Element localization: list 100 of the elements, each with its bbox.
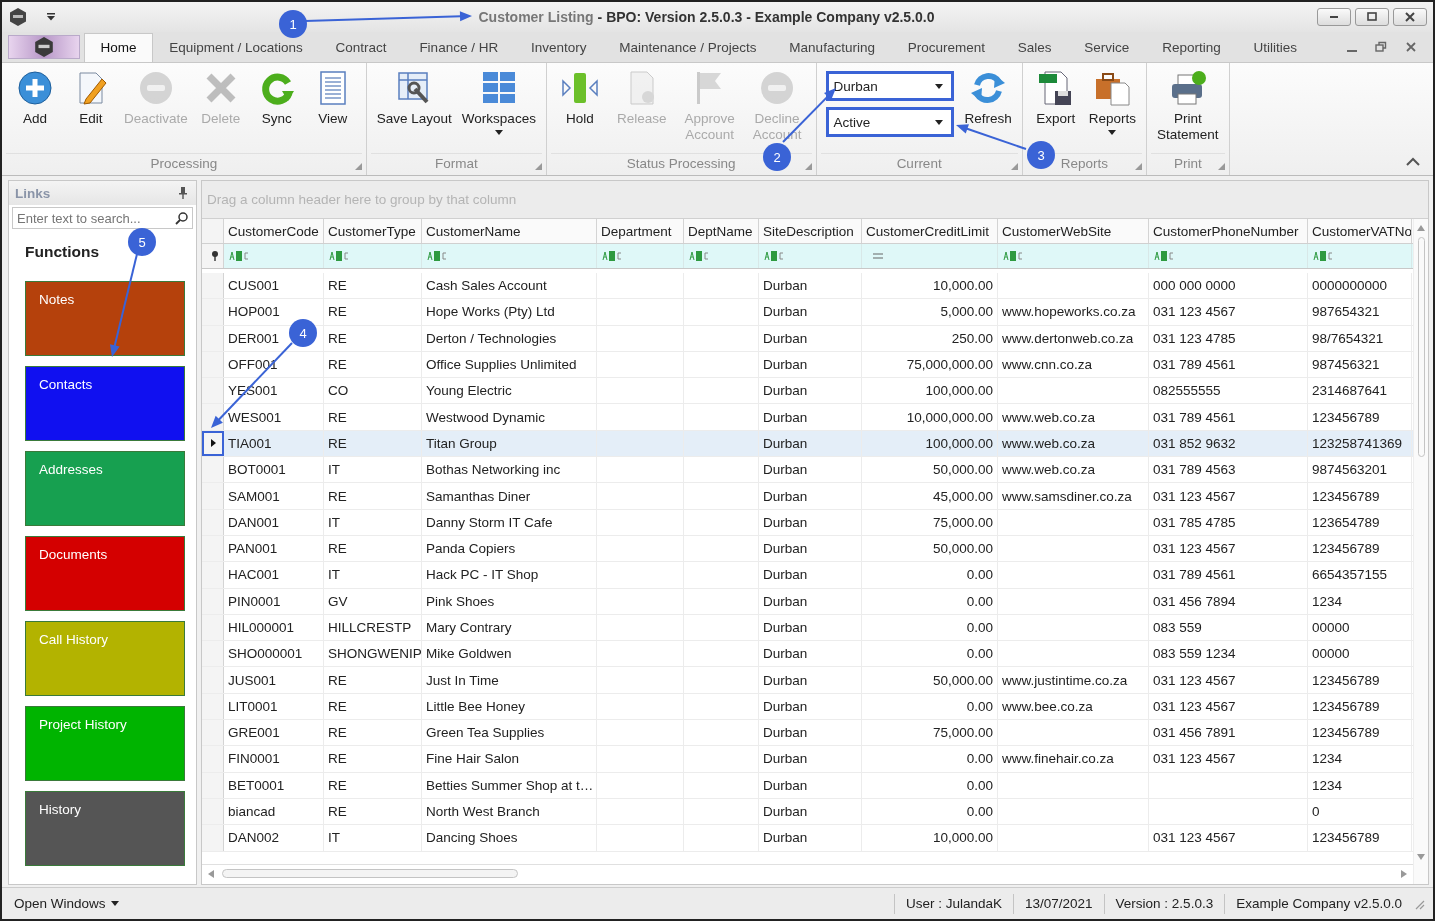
function-tile[interactable]: History <box>25 791 185 866</box>
close-button[interactable] <box>1393 8 1427 26</box>
dialog-launcher-icon[interactable] <box>1217 163 1225 170</box>
table-row[interactable]: HIL000001 HILLCRESTP Mary Contrary Durban 0.00 083 559 00000 <box>202 614 1413 642</box>
text-filter-icon[interactable] <box>229 251 249 261</box>
table-row[interactable]: DAN001 IT Danny Storm IT Cafe Durban 75,000.00 031 785 4785 123654789 <box>202 509 1413 536</box>
text-filter-icon[interactable] <box>689 251 709 261</box>
application-menu-button[interactable] <box>8 35 80 59</box>
scroll-right-icon[interactable] <box>1401 869 1407 878</box>
ribbon-button[interactable]: Add <box>7 67 63 129</box>
ribbon-tab[interactable]: Finance / HR <box>403 33 515 62</box>
text-filter-icon[interactable] <box>329 251 349 261</box>
ribbon-tab[interactable]: Procurement <box>891 33 1002 62</box>
scroll-down-icon[interactable] <box>1417 854 1425 860</box>
text-filter-icon[interactable] <box>1154 251 1174 261</box>
filter-pin-icon[interactable] <box>211 251 219 261</box>
column-header[interactable]: CustomerVATNo <box>1308 219 1412 243</box>
column-header[interactable]: DeptName <box>684 219 759 243</box>
ribbon-tab[interactable]: Inventory <box>514 33 603 62</box>
text-filter-icon[interactable] <box>427 251 447 261</box>
table-row[interactable]: CUS001 RE Cash Sales Account Durban 10,000.00 000 000 0000 0000000000 <box>202 273 1413 300</box>
ribbon-tab[interactable]: Service <box>1067 33 1146 62</box>
ribbon-button[interactable]: Export <box>1027 67 1084 129</box>
column-header[interactable]: CustomerCode <box>224 219 324 243</box>
ribbon-tab[interactable]: Home <box>84 33 153 62</box>
ribbon-button[interactable]: Save Layout <box>371 67 457 129</box>
table-row[interactable]: LIT0001 RE Little Bee Honey Durban 0.00 www.bee.co.za 031 123 4567 123456789 <box>202 693 1413 721</box>
search-box[interactable]: Enter text to search... <box>12 207 193 229</box>
table-row[interactable]: SHO000001 SHONGWENIP Mike Goldwen Durban 0.00 083 559 1234 00000 <box>202 641 1413 668</box>
scroll-up-icon[interactable] <box>1417 225 1425 231</box>
ribbon-button[interactable]: Print Statement <box>1152 67 1224 145</box>
ribbon-tab[interactable]: Sales <box>1001 33 1068 62</box>
scrollbar-thumb[interactable] <box>222 869 518 878</box>
ribbon-button[interactable]: Edit <box>63 67 119 129</box>
ribbon-button[interactable]: Reports <box>1083 67 1142 137</box>
ribbon-tab[interactable]: Contract <box>319 33 403 62</box>
table-row[interactable]: SAM001 RE Samanthas Diner Durban 45,000.00 www.samsdiner.co.za 031 123 4567 123456789 <box>202 483 1413 510</box>
table-cell: RE <box>324 798 422 825</box>
table-row[interactable]: GRE001 RE Green Tea Supplies Durban 75,000.00 031 456 7891 123456789 <box>202 720 1413 747</box>
column-header[interactable]: SiteDescription <box>759 219 862 243</box>
table-cell: Durban <box>759 325 862 351</box>
collapse-ribbon-icon[interactable] <box>1405 157 1421 167</box>
ribbon-button[interactable]: View <box>304 67 361 129</box>
caret-icon[interactable] <box>46 13 56 21</box>
maximize-button[interactable] <box>1355 8 1389 26</box>
table-row[interactable]: BOT0001 IT Bothas Networking inc Durban 50,000.00 www.web.co.za 031 789 4563 9874563201 <box>202 457 1413 484</box>
table-row[interactable]: PAN001 RE Panda Copiers Durban 50,000.00 031 123 4567 123456789 <box>202 535 1413 563</box>
text-filter-icon[interactable] <box>1003 251 1023 261</box>
open-windows-button[interactable]: Open Windows <box>10 896 123 911</box>
ribbon-tab[interactable]: Reporting <box>1145 33 1238 62</box>
text-filter-icon[interactable] <box>1313 251 1333 261</box>
table-row[interactable]: DAN002 IT Dancing Shoes Durban 10,000.00 031 123 4567 123456789 <box>202 825 1413 852</box>
ribbon-button[interactable]: Hold <box>551 67 608 129</box>
table-row[interactable]: PIN0001 GV Pink Shoes Durban 0.00 031 456 7894 1234 <box>202 588 1413 615</box>
table-cell: 123456789 <box>1308 483 1412 509</box>
dropdown-field[interactable]: Active <box>825 107 954 137</box>
column-header[interactable]: CustomerType <box>324 219 422 243</box>
vertical-scrollbar[interactable] <box>1413 219 1428 884</box>
column-header[interactable]: CustomerCreditLimit <box>862 219 998 243</box>
close-icon[interactable] <box>1405 41 1417 53</box>
table-row[interactable]: FIN0001 RE Fine Hair Salon Durban 0.00 www.finehair.co.za 031 123 4567 1234 <box>202 746 1413 773</box>
ribbon-tab[interactable]: Utilities <box>1237 33 1314 62</box>
ribbon-button[interactable]: Workspaces <box>456 67 541 137</box>
search-icon[interactable] <box>175 211 188 225</box>
scroll-left-icon[interactable] <box>208 869 214 878</box>
dialog-launcher-icon[interactable] <box>1135 163 1143 170</box>
table-row[interactable]: HAC001 IT Hack PC - IT Shop Durban 0.00 031 789 4561 6654357155 <box>202 562 1413 589</box>
column-header[interactable]: Department <box>597 219 684 243</box>
ribbon-button[interactable]: Refresh <box>959 67 1017 129</box>
row-indicator[interactable] <box>202 430 224 457</box>
dropdown-field[interactable]: Durban <box>825 71 954 101</box>
table-row[interactable]: JUS001 RE Just In Time Durban 50,000.00 www.justintime.co.za 031 123 4567 123456789 <box>202 667 1413 694</box>
text-filter-icon[interactable] <box>602 251 622 261</box>
table-row[interactable]: biancad RE North West Branch Durban 0.00 0 <box>202 798 1413 826</box>
ribbon-button[interactable]: Sync <box>248 67 305 129</box>
dialog-launcher-icon[interactable] <box>804 163 812 170</box>
table-row[interactable]: HOP001 RE Hope Works (Pty) Ltd Durban 5,000.00 www.hopeworks.co.za 031 123 4567 987654321 <box>202 299 1413 326</box>
table-cell: Durban <box>759 825 862 851</box>
dialog-launcher-icon[interactable] <box>534 163 542 170</box>
text-filter-icon[interactable] <box>764 251 784 261</box>
column-header[interactable]: CustomerName <box>422 219 597 243</box>
pin-icon[interactable] <box>178 187 188 199</box>
table-row[interactable]: WES001 RE Westwood Dynamic Durban 10,000,000.00 www.web.co.za 031 789 4561 123456789 <box>202 404 1413 431</box>
function-tile[interactable]: Contacts <box>25 366 185 441</box>
ribbon-tab[interactable]: Maintenance / Projects <box>602 33 773 62</box>
dialog-launcher-icon[interactable] <box>354 163 362 170</box>
column-header[interactable]: CustomerWebSite <box>998 219 1149 243</box>
table-cell: 75,000.00 <box>862 720 998 746</box>
minimize-button[interactable] <box>1317 8 1351 26</box>
ribbon-tab[interactable]: Manufacturing <box>772 33 892 62</box>
table-row[interactable]: TIA001 RE Titan Group Durban 100,000.00 www.web.co.za 031 852 9632 123258741369 <box>202 430 1413 458</box>
function-tile[interactable]: Documents <box>25 536 185 611</box>
table-cell: IT <box>324 825 422 851</box>
function-tile[interactable]: Notes <box>25 281 185 356</box>
table-cell: 031 785 4785 <box>1149 509 1308 535</box>
dialog-launcher-icon[interactable] <box>1010 163 1018 170</box>
restore-icon[interactable] <box>1375 41 1387 53</box>
table-row[interactable]: BET0001 RE Betties Summer Shop at t… Durban 0.00 1234 <box>202 772 1413 799</box>
column-header[interactable]: CustomerPhoneNumber <box>1149 219 1308 243</box>
equals-filter-icon[interactable] <box>873 253 883 259</box>
